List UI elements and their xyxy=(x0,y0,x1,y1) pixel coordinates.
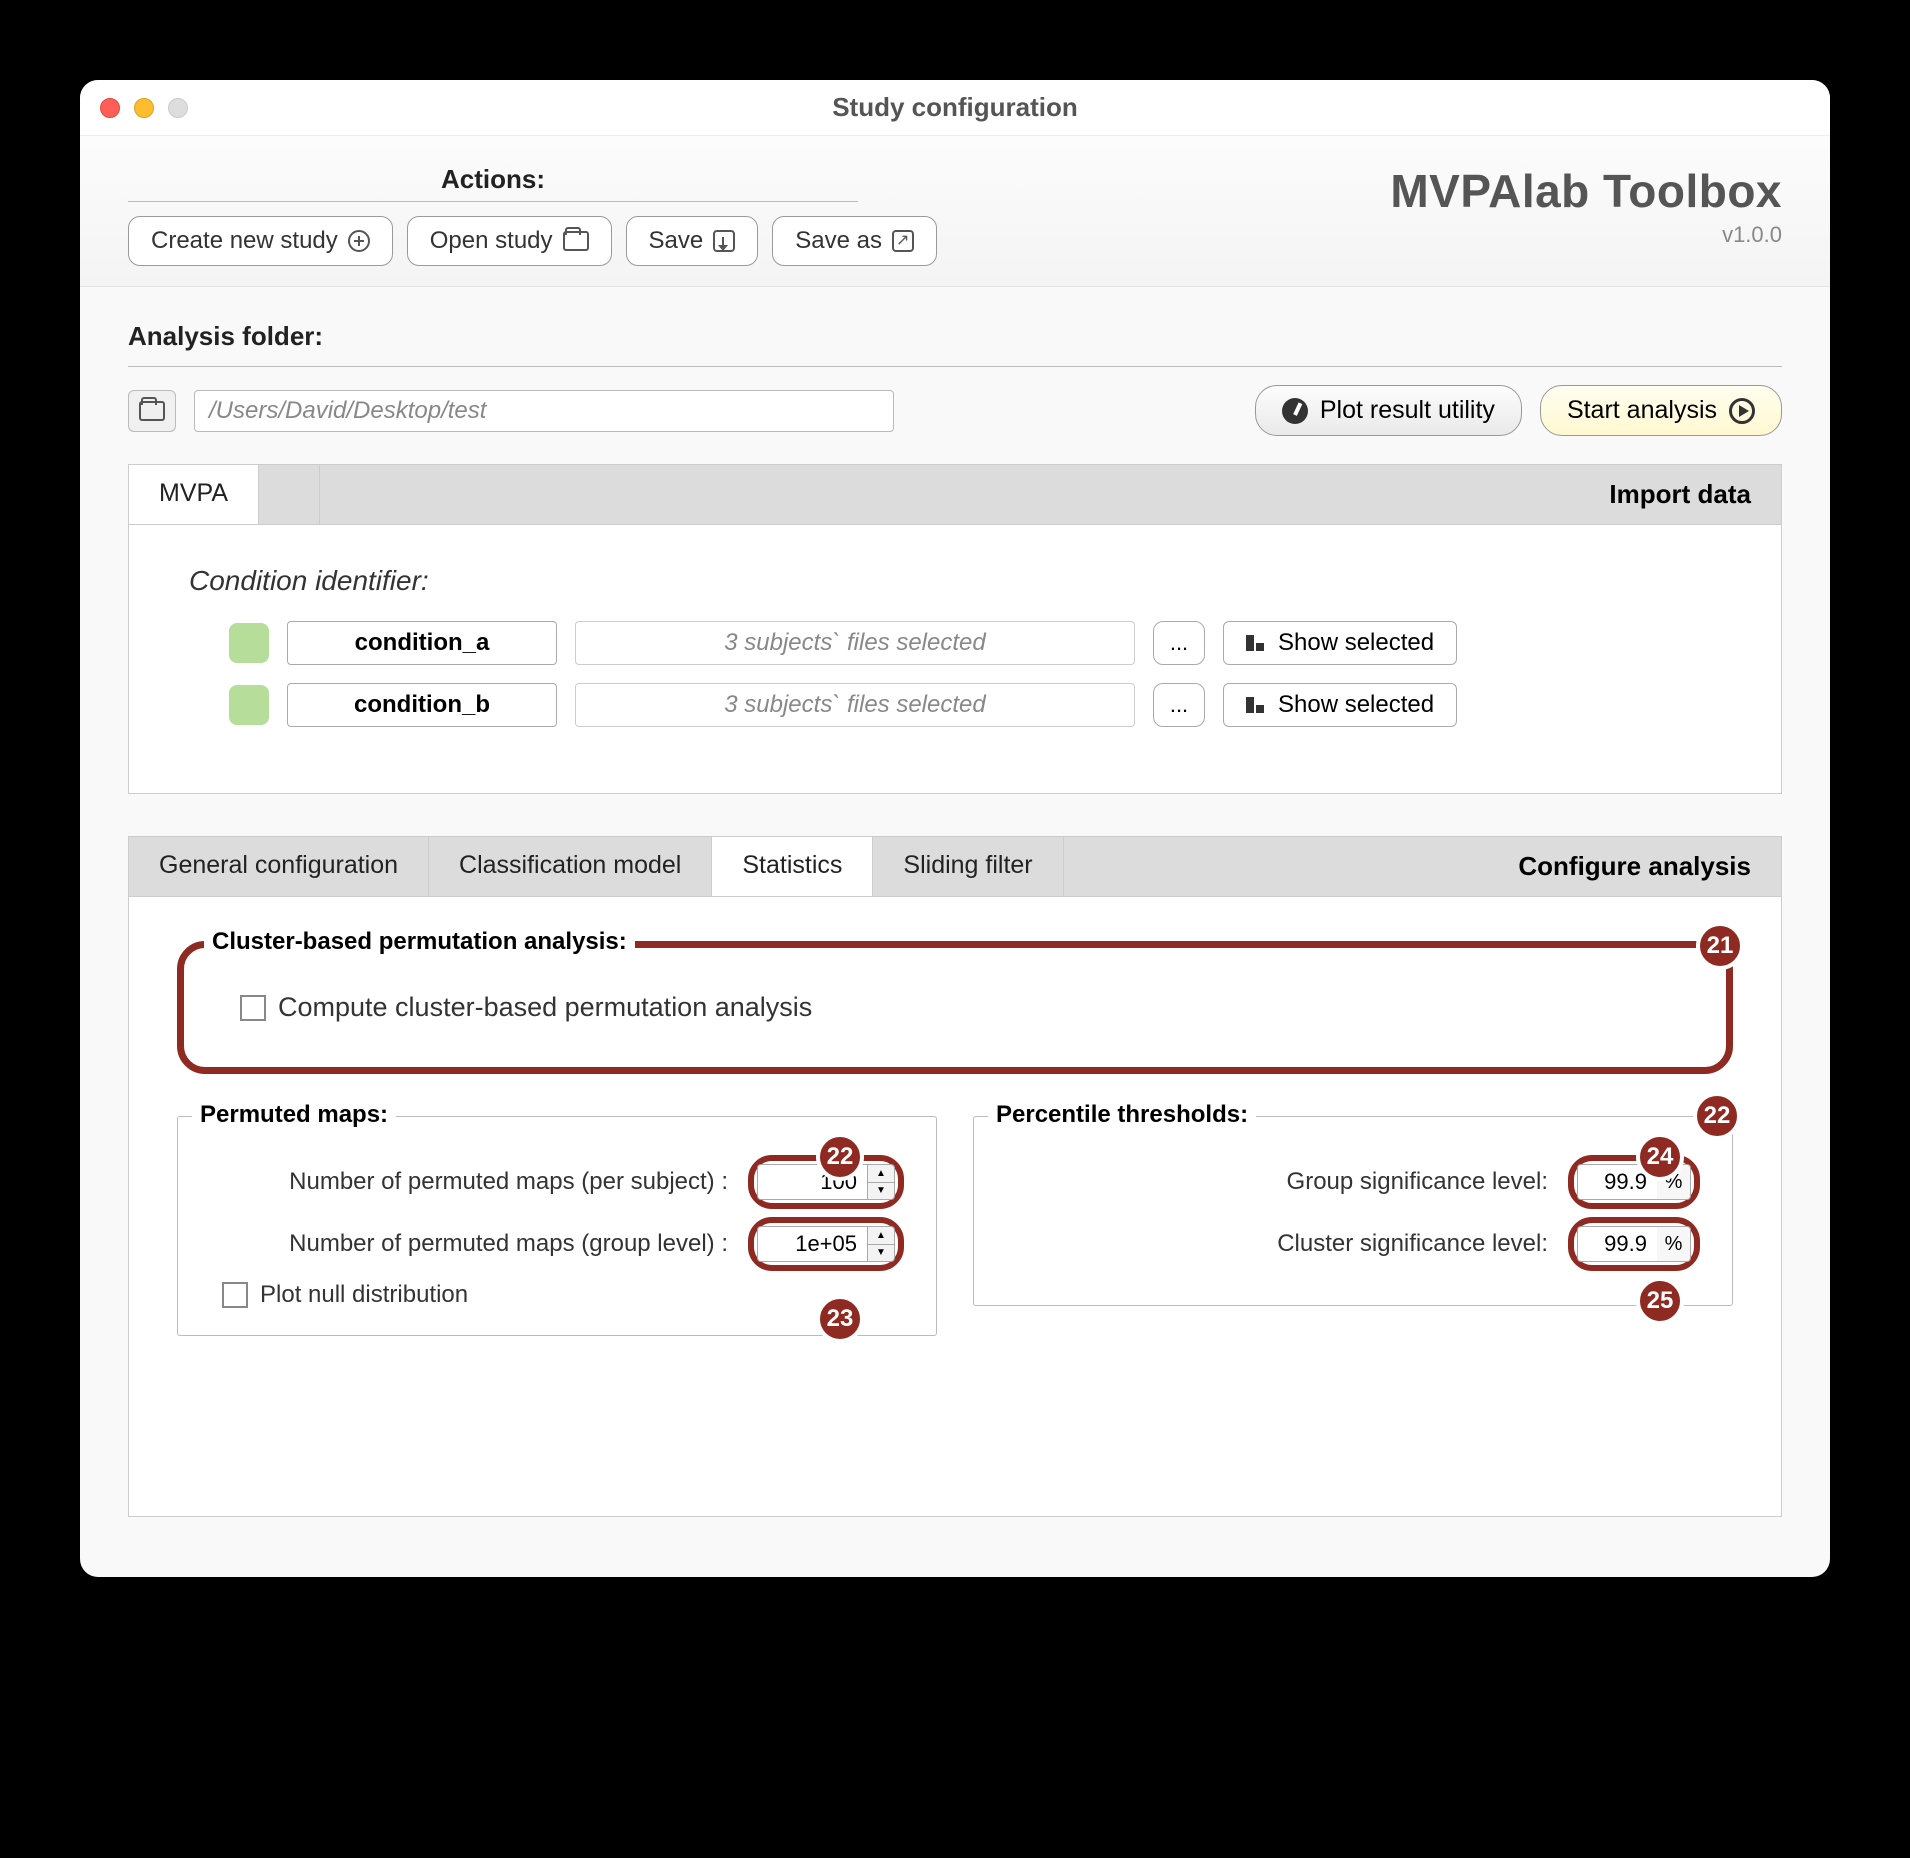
condition-row-b: condition_b 3 subjects` files selected .… xyxy=(189,683,1721,727)
condition-row-a: condition_a 3 subjects` files selected .… xyxy=(189,621,1721,665)
analysis-folder-label: Analysis folder: xyxy=(128,321,1782,352)
titlebar: Study configuration xyxy=(80,80,1830,136)
app-window: Study configuration Actions: Create new … xyxy=(80,80,1830,1577)
spinner-buttons[interactable]: ▲▼ xyxy=(867,1226,895,1262)
save-label: Save xyxy=(649,227,704,255)
condition-b-files: 3 subjects` files selected xyxy=(575,683,1135,727)
create-study-label: Create new study xyxy=(151,227,338,255)
save-as-icon xyxy=(892,230,914,252)
status-led-icon xyxy=(229,685,269,725)
compute-cluster-checkbox[interactable] xyxy=(240,995,266,1021)
cluster-sig-label: Cluster significance level: xyxy=(1277,1230,1548,1258)
percentile-legend: Percentile thresholds: xyxy=(988,1101,1256,1129)
condition-b-browse-button[interactable]: ... xyxy=(1153,683,1205,727)
actions-heading: Actions: xyxy=(128,164,858,202)
brand: MVPAlab Toolbox v1.0.0 xyxy=(1390,164,1782,248)
config-panel-title: Configure analysis xyxy=(1488,837,1781,896)
cluster-sig-value[interactable]: 99.9 xyxy=(1577,1226,1657,1262)
permuted-fieldset: Permuted maps: Number of permuted maps (… xyxy=(177,1116,937,1336)
save-button[interactable]: Save xyxy=(626,216,759,266)
import-panel-title: Import data xyxy=(1579,465,1781,524)
gauge-icon xyxy=(1282,398,1308,424)
condition-a-files: 3 subjects` files selected xyxy=(575,621,1135,665)
toolbar: Actions: Create new study Open study Sav… xyxy=(80,136,1830,287)
plot-null-label: Plot null distribution xyxy=(260,1281,468,1309)
config-tabbar: General configuration Classification mod… xyxy=(128,836,1782,897)
divider xyxy=(128,366,1782,367)
percentile-fieldset: Percentile thresholds: Group significanc… xyxy=(973,1116,1733,1306)
start-analysis-button[interactable]: Start analysis xyxy=(1540,385,1782,436)
tab-model[interactable]: Classification model xyxy=(429,837,712,896)
condition-a-name[interactable]: condition_a xyxy=(287,621,557,665)
tab-mvpa[interactable]: MVPA xyxy=(129,465,259,524)
cluster-sig-spinner[interactable]: 99.9 % xyxy=(1568,1217,1700,1271)
percent-label: % xyxy=(1657,1226,1691,1262)
spinner-buttons[interactable]: ▲▼ xyxy=(867,1164,895,1200)
brand-version: v1.0.0 xyxy=(1390,222,1782,248)
group-sig-label: Group significance level: xyxy=(1287,1168,1548,1196)
tab-empty[interactable] xyxy=(259,465,320,524)
group-level-spinner[interactable]: 1e+05 ▲▼ xyxy=(748,1217,904,1271)
condition-b-show-button[interactable]: Show selected xyxy=(1223,683,1457,727)
plot-result-button[interactable]: Plot result utility xyxy=(1255,385,1522,436)
path-text: /Users/David/Desktop/test xyxy=(209,397,486,425)
folder-glyph-icon xyxy=(139,401,165,421)
plus-icon xyxy=(348,230,370,252)
cluster-legend: Cluster-based permutation analysis: xyxy=(204,928,635,956)
callout-25: 25 xyxy=(1636,1277,1684,1325)
callout-22b: 22 xyxy=(1693,1092,1741,1140)
plot-null-checkbox[interactable] xyxy=(222,1282,248,1308)
import-panel: Condition identifier: condition_a 3 subj… xyxy=(128,525,1782,794)
tree-icon xyxy=(1246,695,1266,715)
save-as-label: Save as xyxy=(795,227,882,255)
plot-result-label: Plot result utility xyxy=(1320,396,1495,425)
analysis-folder-path[interactable]: /Users/David/Desktop/test xyxy=(194,390,894,432)
condition-identifier-label: Condition identifier: xyxy=(189,565,1721,597)
permuted-legend: Permuted maps: xyxy=(192,1101,396,1129)
tree-icon xyxy=(1246,633,1266,653)
play-icon xyxy=(1729,398,1755,424)
window-title: Study configuration xyxy=(80,92,1830,123)
chevron-up-icon[interactable]: ▲ xyxy=(868,1165,894,1183)
save-icon xyxy=(713,230,735,252)
chevron-down-icon[interactable]: ▼ xyxy=(868,1183,894,1200)
cluster-fieldset: Cluster-based permutation analysis: Comp… xyxy=(177,941,1733,1074)
condition-b-name[interactable]: condition_b xyxy=(287,683,557,727)
folder-open-icon xyxy=(563,231,589,251)
compute-cluster-label: Compute cluster-based permutation analys… xyxy=(278,992,812,1023)
import-tabbar: MVPA Import data xyxy=(128,464,1782,525)
folder-icon[interactable] xyxy=(128,390,176,432)
tab-statistics[interactable]: Statistics xyxy=(712,837,873,896)
brand-name: MVPAlab Toolbox xyxy=(1390,164,1782,218)
per-subject-label: Number of permuted maps (per subject) : xyxy=(289,1168,728,1196)
condition-a-show-button[interactable]: Show selected xyxy=(1223,621,1457,665)
open-study-label: Open study xyxy=(430,227,553,255)
open-study-button[interactable]: Open study xyxy=(407,216,612,266)
condition-a-browse-button[interactable]: ... xyxy=(1153,621,1205,665)
callout-21: 21 xyxy=(1696,922,1744,970)
save-as-button[interactable]: Save as xyxy=(772,216,937,266)
group-level-label: Number of permuted maps (group level) : xyxy=(289,1230,728,1258)
callout-22: 22 xyxy=(816,1133,864,1181)
status-led-icon xyxy=(229,623,269,663)
chevron-down-icon[interactable]: ▼ xyxy=(868,1245,894,1262)
tab-sliding[interactable]: Sliding filter xyxy=(873,837,1063,896)
group-level-value[interactable]: 1e+05 xyxy=(757,1226,867,1262)
config-panel: Cluster-based permutation analysis: Comp… xyxy=(128,897,1782,1517)
chevron-up-icon[interactable]: ▲ xyxy=(868,1227,894,1245)
create-study-button[interactable]: Create new study xyxy=(128,216,393,266)
callout-24: 24 xyxy=(1636,1133,1684,1181)
callout-23: 23 xyxy=(816,1295,864,1343)
start-analysis-label: Start analysis xyxy=(1567,396,1717,425)
tab-general[interactable]: General configuration xyxy=(129,837,429,896)
